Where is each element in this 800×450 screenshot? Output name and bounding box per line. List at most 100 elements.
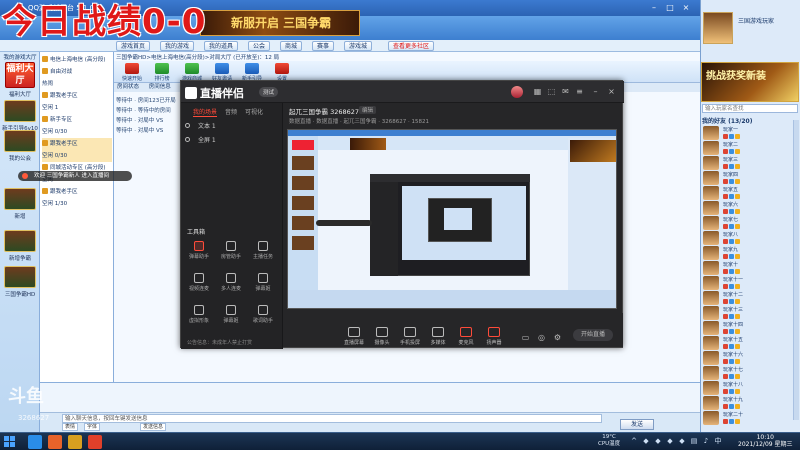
friend-avatar[interactable]: [703, 336, 719, 350]
windows-start-icon[interactable]: [4, 436, 16, 448]
phone-cast-button[interactable]: 手机投屏: [395, 327, 425, 346]
friend-item[interactable]: 玩家七: [703, 216, 795, 230]
game-tile-sanguo-hd[interactable]: [4, 266, 36, 288]
welfare-hall-tile[interactable]: 福利大厅: [5, 62, 35, 88]
room-item[interactable]: 新手专区: [42, 114, 112, 126]
friend-avatar[interactable]: [703, 276, 719, 290]
friend-avatar[interactable]: [703, 246, 719, 260]
network-icon[interactable]: ▤: [690, 437, 698, 445]
message-icon[interactable]: ✉: [561, 87, 570, 96]
game-tile-guild[interactable]: [4, 130, 36, 152]
friend-avatar[interactable]: [703, 291, 719, 305]
send-button[interactable]: 发送: [620, 419, 654, 430]
friend-item[interactable]: 玩家十四: [703, 321, 795, 335]
tab-my-scenes[interactable]: 我的场景: [193, 107, 218, 117]
friend-item[interactable]: 玩家二: [703, 141, 795, 155]
tab-visual[interactable]: 可视化: [245, 107, 263, 116]
friend-avatar[interactable]: [703, 306, 719, 320]
volume-icon[interactable]: ♪: [702, 437, 710, 445]
friend-item[interactable]: 玩家十九: [703, 396, 795, 410]
taskbar-app-icon[interactable]: [48, 435, 62, 449]
game-tile-new[interactable]: [4, 188, 36, 210]
menu-icon[interactable]: ≡: [575, 87, 584, 96]
virtual-avatar-button[interactable]: 虚拟形象: [185, 305, 213, 329]
room-item-selected[interactable]: 空闲 0/30: [42, 150, 112, 162]
room-manager-button[interactable]: 房管助手: [217, 241, 245, 265]
friend-item[interactable]: 玩家十: [703, 261, 795, 275]
media-button[interactable]: 多媒体: [423, 327, 453, 346]
nav-tab-guild[interactable]: 公会: [248, 41, 271, 51]
friend-avatar[interactable]: [703, 351, 719, 365]
friend-avatar[interactable]: [703, 231, 719, 245]
friend-item[interactable]: 玩家十七: [703, 366, 795, 380]
friend-avatar[interactable]: [703, 366, 719, 380]
room-item[interactable]: 自由对战: [42, 66, 112, 78]
tab-audio[interactable]: 音频: [225, 107, 237, 116]
emoji-button[interactable]: 表情: [62, 423, 79, 431]
room-item[interactable]: 空闲 1: [42, 102, 112, 114]
video-link-button[interactable]: 视频连麦: [185, 273, 213, 297]
room-item[interactable]: 电信上海电信 (高分段): [42, 54, 112, 66]
eye-icon[interactable]: [185, 123, 190, 128]
message-select[interactable]: 发送信息: [140, 423, 167, 431]
table-row[interactable]: 等待中 · 等待中的房间: [116, 106, 171, 114]
friend-item[interactable]: 玩家三: [703, 156, 795, 170]
camera-button[interactable]: 摄像头: [367, 327, 397, 346]
friend-avatar[interactable]: [703, 321, 719, 335]
lyrics-button[interactable]: 歌词助手: [249, 305, 277, 329]
nav-tab-events[interactable]: 赛事: [312, 41, 335, 51]
tray-chevron-icon[interactable]: ^: [630, 437, 638, 445]
tray-app-icon[interactable]: ◆: [678, 437, 686, 445]
friend-item[interactable]: 玩家十一: [703, 276, 795, 290]
eye-icon[interactable]: [185, 137, 190, 142]
ad-banner[interactable]: 新服开启 三国争霸: [200, 10, 360, 36]
room-item[interactable]: 跟我老手区: [42, 186, 112, 198]
user-avatar[interactable]: [703, 12, 733, 44]
friend-avatar[interactable]: [703, 216, 719, 230]
friends-header[interactable]: 我的好友 (13/20): [702, 116, 752, 125]
friend-avatar[interactable]: [703, 186, 719, 200]
friend-item[interactable]: 玩家四: [703, 171, 795, 185]
room-item-selected[interactable]: 跟我老手区: [42, 138, 112, 150]
tray-app-icon[interactable]: ◆: [654, 437, 662, 445]
start-live-button[interactable]: 开始直播: [573, 329, 613, 341]
promo-banner[interactable]: 挑战获奖新装: [701, 62, 799, 102]
eye-icon[interactable]: ◎: [537, 333, 546, 342]
nav-tab-items[interactable]: 我的道具: [204, 41, 239, 51]
streamer-tasks-button[interactable]: 主播任务: [249, 241, 277, 265]
source-item-fullscreen[interactable]: 全屏 1: [185, 135, 279, 147]
tray-app-icon[interactable]: ◆: [642, 437, 650, 445]
font-button[interactable]: 字体: [84, 423, 101, 431]
leaderboard-button[interactable]: 排行榜: [148, 63, 176, 82]
room-item[interactable]: 空闲 0/30: [42, 126, 112, 138]
room-item[interactable]: 热闹: [42, 78, 112, 90]
danmaku-ji-2-button[interactable]: 弹幕姬: [217, 305, 245, 329]
taskbar-app-icon[interactable]: [68, 435, 82, 449]
game-tile-new-war[interactable]: [4, 230, 36, 252]
friend-avatar[interactable]: [703, 411, 719, 425]
friend-search-input[interactable]: 输入玩家名查找: [702, 104, 798, 113]
source-item-text[interactable]: 文本 1: [185, 121, 279, 133]
friend-avatar[interactable]: [703, 201, 719, 215]
friend-item[interactable]: 玩家十八: [703, 381, 795, 395]
close-icon[interactable]: ×: [607, 87, 616, 96]
streamer-avatar[interactable]: [511, 86, 523, 98]
friend-item[interactable]: 玩家六: [703, 201, 795, 215]
friend-item[interactable]: 玩家十六: [703, 351, 795, 365]
weather-widget[interactable]: 19°C CPU温度: [598, 434, 620, 448]
table-row[interactable]: 等待中 · 对局中 VS: [116, 116, 163, 124]
friend-item[interactable]: 玩家二十: [703, 411, 795, 425]
share-icon[interactable]: ⬚: [547, 87, 556, 96]
multi-link-button[interactable]: 多人连麦: [217, 273, 245, 297]
close-icon[interactable]: ×: [680, 2, 692, 13]
friend-item[interactable]: 玩家十二: [703, 291, 795, 305]
friend-item[interactable]: 玩家八: [703, 231, 795, 245]
nav-tab-my-games[interactable]: 我的游戏: [160, 41, 195, 51]
friend-avatar[interactable]: [703, 381, 719, 395]
friend-item[interactable]: 玩家五: [703, 186, 795, 200]
record-icon[interactable]: ▭: [521, 333, 530, 342]
friend-avatar[interactable]: [703, 141, 719, 155]
taskbar-app-icon[interactable]: [88, 435, 102, 449]
friend-avatar[interactable]: [703, 396, 719, 410]
nav-tab-game-city[interactable]: 游戏城: [344, 41, 373, 51]
